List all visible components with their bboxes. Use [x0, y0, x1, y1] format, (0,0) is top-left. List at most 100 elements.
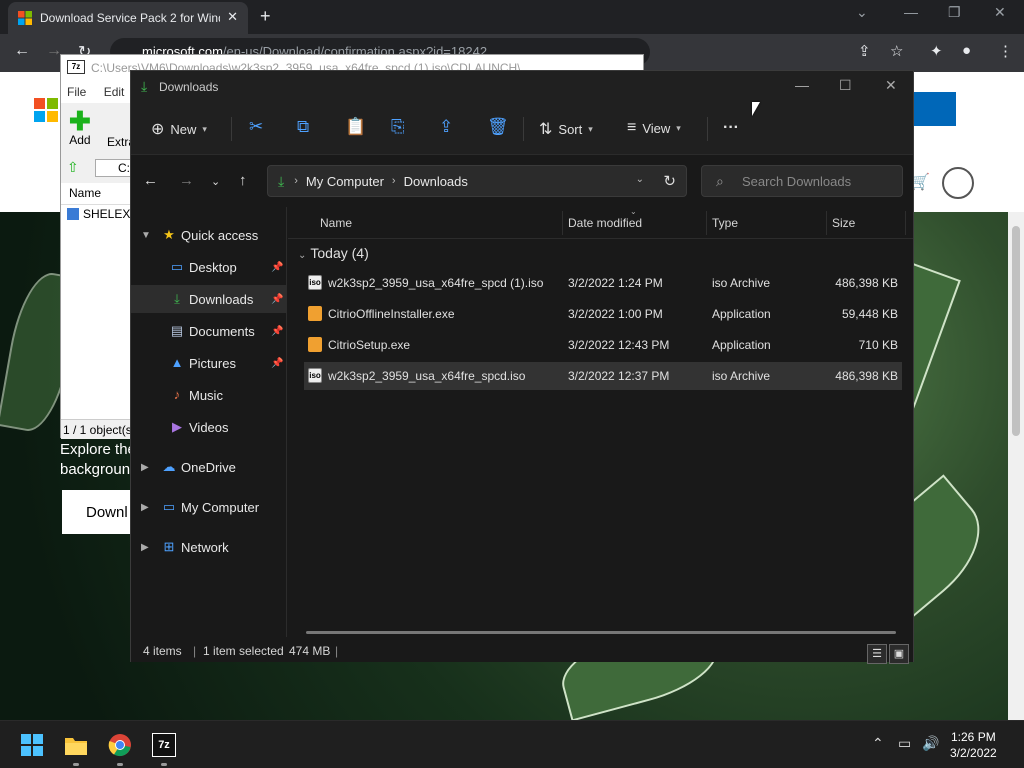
sidebar-item-quick-access[interactable]: ▼ ★ Quick access — [131, 221, 287, 249]
clock[interactable]: 1:26 PM 3/2/2022 — [950, 729, 997, 761]
copy-icon[interactable]: ⧉ — [297, 117, 309, 137]
cut-icon[interactable]: ✂ — [249, 117, 263, 137]
refresh-icon[interactable]: ↻ — [663, 172, 676, 190]
menu-file[interactable]: File — [67, 85, 86, 99]
show-hidden-icons-icon[interactable]: ⌃ — [872, 735, 884, 752]
status-item-count: 4 items — [143, 644, 182, 658]
chrome-menu-icon[interactable]: ⋮ — [998, 42, 1013, 60]
add-label: Add — [69, 133, 91, 147]
address-breadcrumb[interactable]: ⤓ › My Computer › Downloads ⌄ ↻ — [267, 165, 687, 197]
chevron-down-icon: ▾ — [202, 123, 207, 134]
file-row[interactable]: CitrioSetup.exe 3/2/2022 12:43 PM Applic… — [304, 331, 902, 359]
account-avatar-icon[interactable] — [942, 167, 974, 199]
more-options-button[interactable]: ··· — [723, 119, 739, 137]
sidebar-label: OneDrive — [181, 459, 236, 475]
sidebar-item-videos[interactable]: ▶ Videos — [131, 413, 287, 441]
close-icon[interactable]: ✕ — [885, 77, 897, 94]
microsoft-logo-icon[interactable] — [34, 98, 58, 122]
sidebar-item-network[interactable]: ▶ ⊞ Network — [131, 533, 287, 561]
file-size: 486,398 KB — [835, 369, 898, 383]
navigation-row: ← → ⌄ ↑ ⤓ › My Computer › Downloads ⌄ ↻ … — [131, 155, 913, 207]
back-icon[interactable]: ← — [143, 172, 158, 189]
bookmark-star-icon[interactable]: ☆ — [890, 42, 903, 60]
minimize-icon[interactable]: — — [795, 77, 809, 93]
sidebar-item-downloads[interactable]: ⤓ Downloads 📌 — [131, 285, 287, 313]
sidebar-item-my-computer[interactable]: ▶ ▭ My Computer — [131, 493, 287, 521]
explorer-title: Downloads — [159, 80, 219, 94]
share-icon[interactable]: ⇪ — [858, 42, 871, 60]
share-icon[interactable]: ⇪ — [439, 117, 453, 137]
sidebar-item-documents[interactable]: ▤ Documents 📌 — [131, 317, 287, 345]
tab-strip: Download Service Pack 2 for Windows Serv… — [0, 0, 1024, 34]
column-size[interactable]: Size — [832, 216, 855, 230]
7zip-taskbar-icon[interactable]: 7z — [152, 733, 176, 757]
menu-edit[interactable]: Edit — [104, 85, 125, 99]
tab-search-icon[interactable]: ⌄ — [856, 4, 868, 21]
volume-icon[interactable]: 🔊 — [922, 735, 939, 752]
breadcrumb-downloads[interactable]: Downloads — [404, 174, 468, 189]
chevron-down-icon[interactable]: ⌄ — [636, 174, 644, 185]
column-type[interactable]: Type — [712, 216, 738, 230]
browser-tab[interactable]: Download Service Pack 2 for Windows Serv… — [8, 2, 248, 34]
view-button[interactable]: ≡ View ▾ — [627, 119, 681, 137]
download-button-partial[interactable] — [910, 92, 956, 126]
minimize-icon[interactable]: — — [904, 4, 918, 20]
sidebar-label: Music — [189, 387, 223, 403]
file-row[interactable]: iso w2k3sp2_3959_usa_x64fre_spcd (1).iso… — [304, 269, 902, 297]
7zip-add-button[interactable]: ✚ Add — [69, 108, 91, 147]
search-input[interactable]: ⌕ Search Downloads — [701, 165, 903, 197]
explorer-titlebar: ⤓ Downloads — ☐ ✕ — [131, 71, 913, 103]
profile-icon[interactable]: ● — [962, 42, 971, 59]
close-tab-icon[interactable]: ✕ — [227, 9, 238, 25]
sidebar-item-pictures[interactable]: ▲ Pictures 📌 — [131, 349, 287, 377]
7zip-app-icon: 7z — [67, 60, 85, 74]
view-label: View — [642, 120, 671, 136]
sidebar-label: Documents — [189, 323, 255, 339]
sidebar-item-music[interactable]: ♪ Music — [131, 381, 287, 409]
7zip-path-field[interactable]: C: — [95, 159, 135, 177]
new-label: New — [170, 121, 197, 137]
close-window-icon[interactable]: ✕ — [994, 4, 1006, 21]
details-view-icon[interactable]: ☰ — [867, 644, 887, 664]
breadcrumb-my-computer[interactable]: My Computer — [306, 174, 384, 189]
file-row-selected[interactable]: iso w2k3sp2_3959_usa_x64fre_spcd.iso 3/2… — [304, 362, 902, 390]
recent-locations-icon[interactable]: ⌄ — [211, 175, 220, 188]
up-folder-icon[interactable]: ⇧ — [67, 159, 79, 176]
up-icon[interactable]: ↑ — [239, 172, 247, 189]
file-row[interactable]: CitrioOfflineInstaller.exe 3/2/2022 1:00… — [304, 300, 902, 328]
videos-icon: ▶ — [172, 419, 182, 434]
file-explorer-icon[interactable] — [64, 733, 88, 757]
computer-icon: ▭ — [162, 499, 176, 514]
status-selected: 1 item selected — [203, 644, 284, 658]
delete-icon[interactable]: 🗑 — [487, 117, 509, 137]
path-value: C: — [118, 161, 130, 175]
pin-icon: 📌 — [271, 293, 284, 305]
tiles-view-icon[interactable]: ▣ — [889, 644, 909, 664]
group-header-today[interactable]: ⌄ Today (4) — [298, 245, 369, 261]
hero-text: Explore the backgroun — [60, 440, 136, 480]
iso-file-icon: iso — [308, 275, 322, 290]
star-icon: ★ — [163, 227, 175, 242]
file-name: CitrioOfflineInstaller.exe — [328, 307, 455, 321]
horizontal-scrollbar[interactable] — [306, 631, 896, 634]
sort-button[interactable]: ⇅ Sort ▾ — [539, 119, 593, 139]
maximize-icon[interactable]: ☐ — [839, 77, 852, 94]
chrome-icon[interactable] — [108, 733, 132, 757]
back-icon[interactable]: ← — [14, 42, 30, 60]
sidebar-item-onedrive[interactable]: ▶ ☁ OneDrive — [131, 453, 287, 481]
new-tab-icon[interactable]: + — [260, 6, 271, 27]
restore-icon[interactable]: ❐ — [948, 4, 961, 21]
new-button[interactable]: ⊕ New ▾ — [151, 119, 207, 139]
extensions-icon[interactable]: ✦ — [930, 42, 943, 60]
network-icon: ⊞ — [163, 539, 175, 554]
rename-icon[interactable]: ⎘ — [391, 117, 405, 137]
page-scrollbar[interactable] — [1008, 212, 1024, 720]
paste-icon[interactable]: 📋 — [345, 117, 366, 137]
column-name[interactable]: Name — [320, 216, 352, 230]
start-icon[interactable] — [20, 733, 44, 757]
sidebar-item-desktop[interactable]: ▭ Desktop 📌 — [131, 253, 287, 281]
forward-icon[interactable]: → — [179, 172, 194, 189]
network-icon[interactable]: ▭ — [898, 735, 911, 752]
file-name: CitrioSetup.exe — [328, 338, 411, 352]
column-date-modified[interactable]: Date modified — [568, 216, 642, 230]
